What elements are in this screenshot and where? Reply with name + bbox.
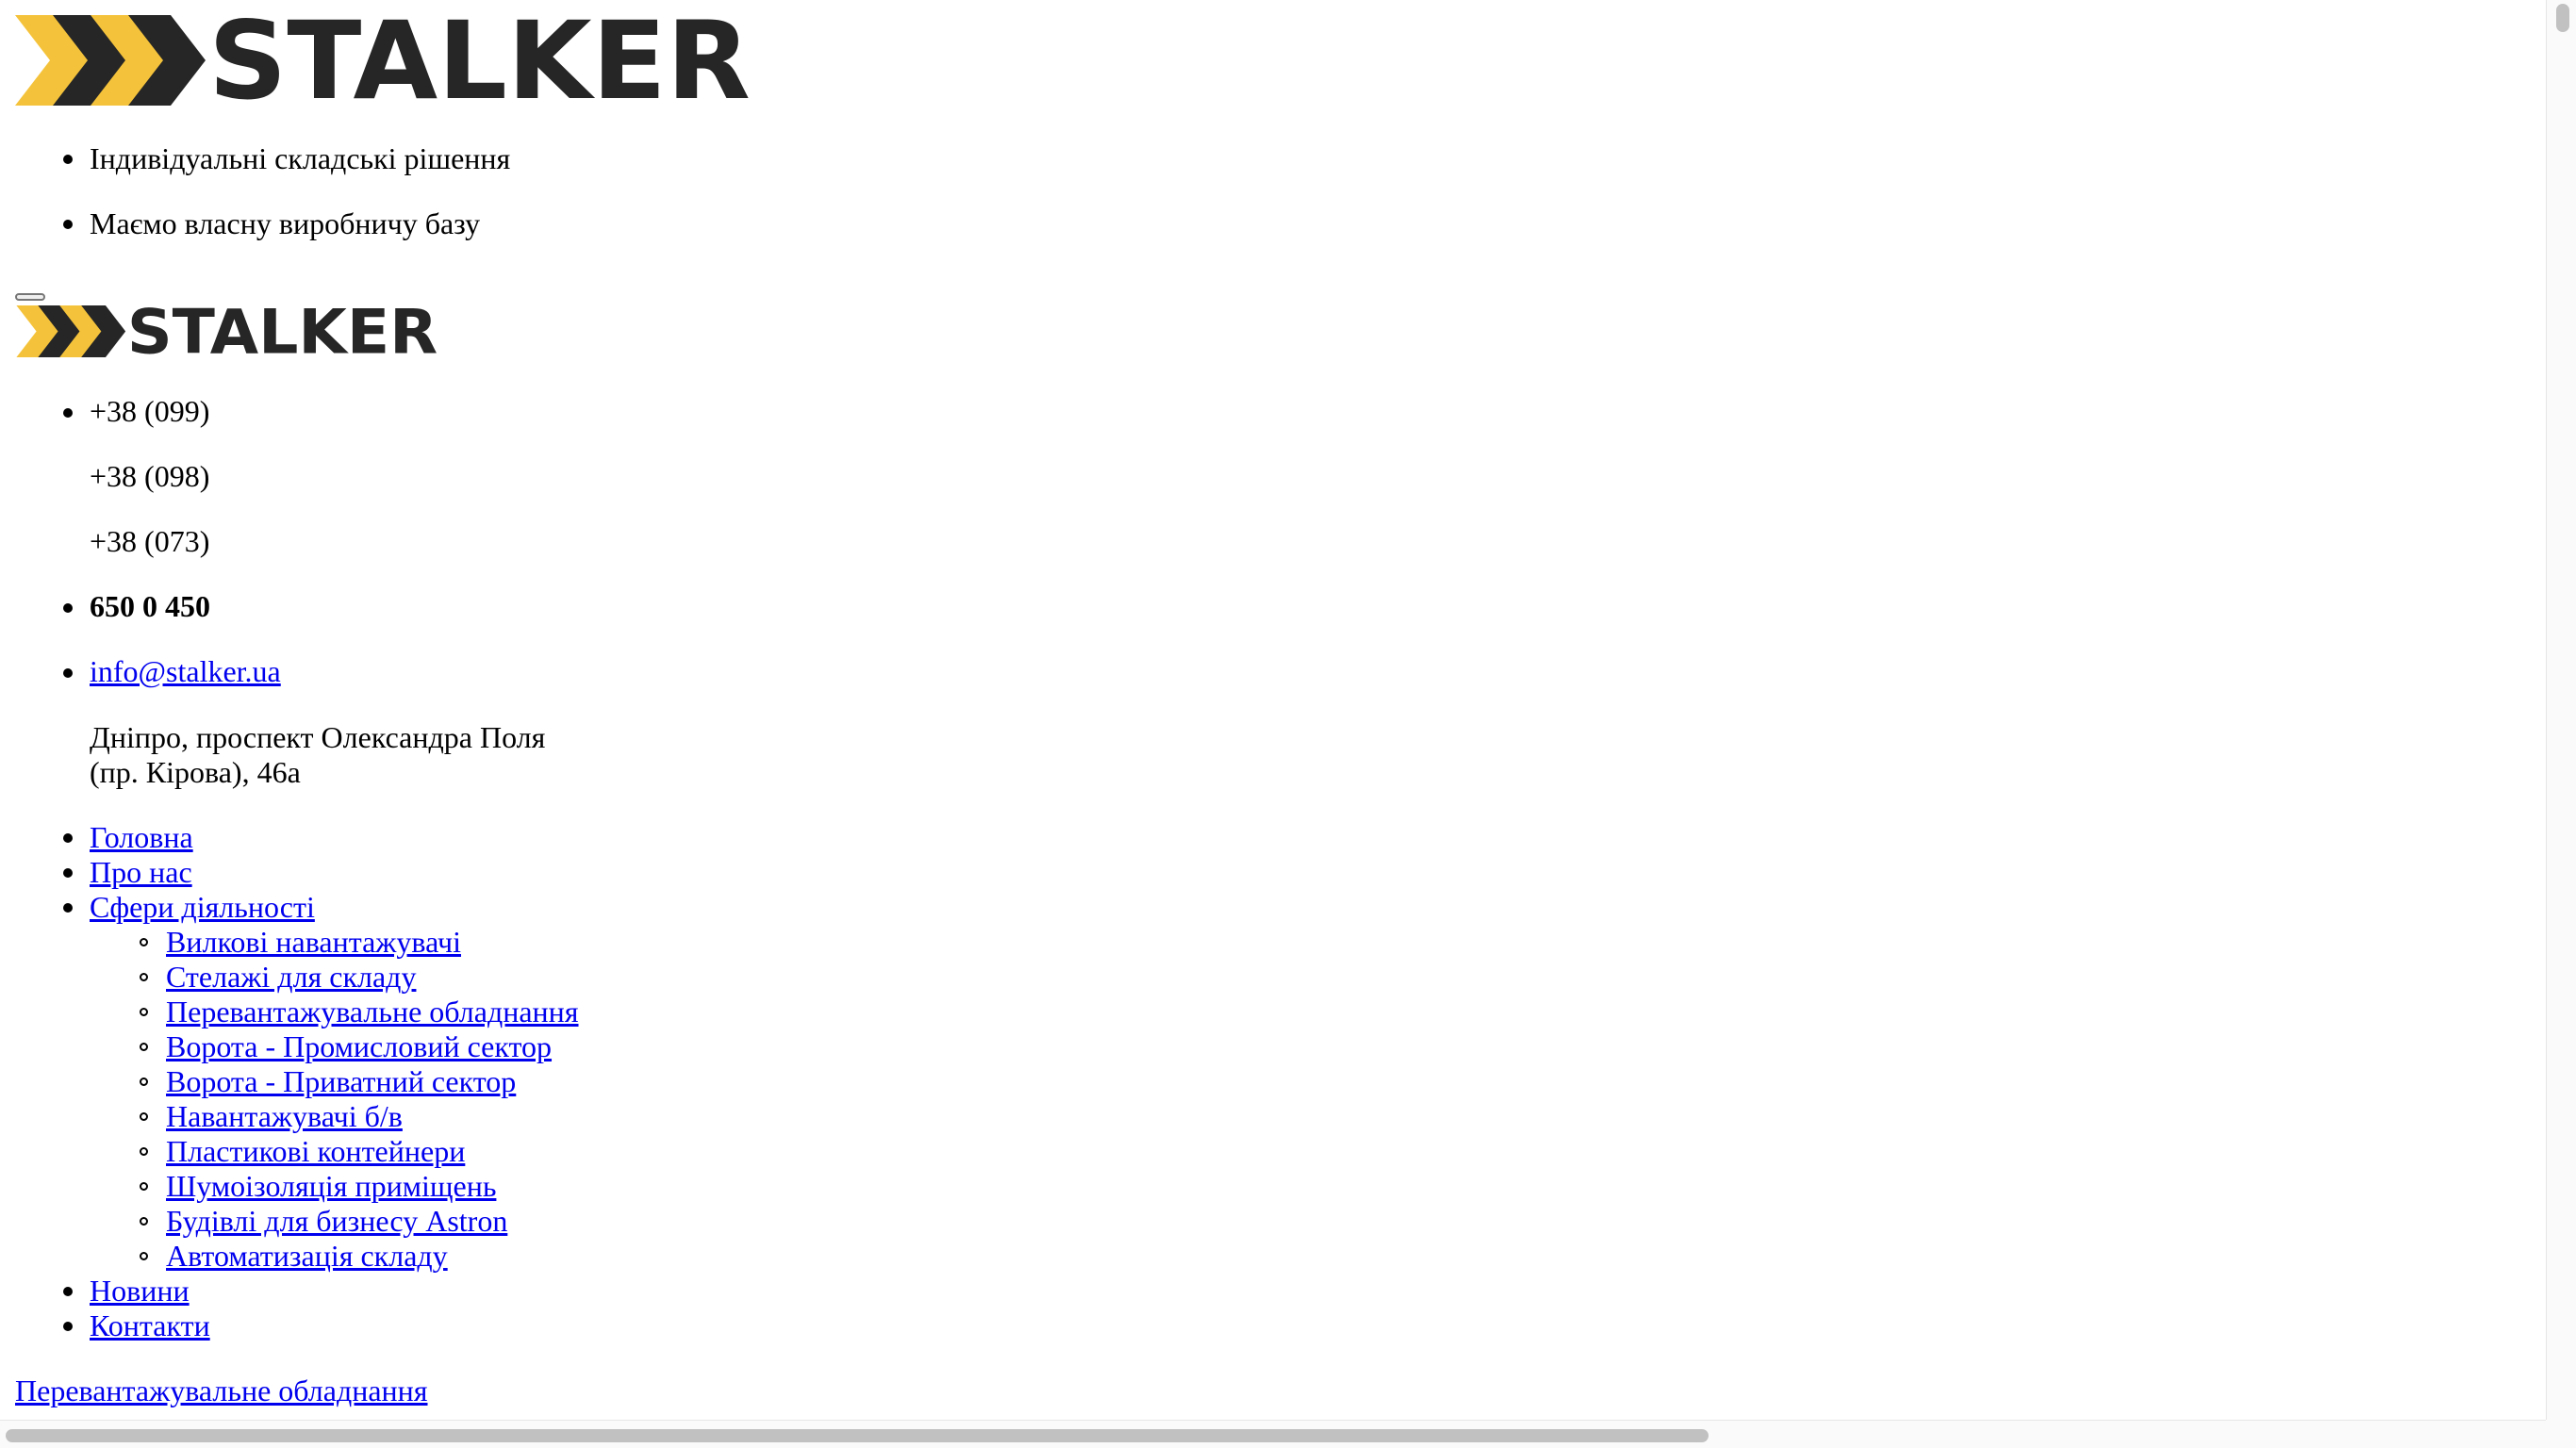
list-bullet bbox=[63, 155, 73, 164]
submenu-item-gates-industrial[interactable]: Ворота - Промисловий сектор bbox=[166, 1029, 552, 1064]
sublist-bullet bbox=[140, 938, 148, 946]
sublist-bullet bbox=[140, 1147, 148, 1156]
logo-wordmark: STALKER bbox=[208, 15, 751, 106]
list-bullet bbox=[63, 868, 73, 878]
phone-code-1: +38 (099) bbox=[90, 394, 210, 428]
sublist-bullet bbox=[140, 1043, 148, 1051]
address-line-2: (пр. Кірова), 46а bbox=[90, 755, 301, 789]
horizontal-scrollbar-thumb[interactable] bbox=[6, 1429, 1709, 1442]
sublist-bullet bbox=[140, 1252, 148, 1260]
list-bullet bbox=[63, 1287, 73, 1296]
submenu-item-racks[interactable]: Стелажі для складу bbox=[166, 960, 416, 995]
vertical-scrollbar[interactable] bbox=[2546, 0, 2576, 1420]
sublist-bullet bbox=[140, 1217, 148, 1226]
list-bullet bbox=[63, 220, 73, 229]
stalker-logo-small[interactable]: STALKER bbox=[15, 305, 441, 357]
chevron-icon bbox=[15, 15, 206, 106]
email-link[interactable]: info@stalker.ua bbox=[90, 654, 281, 689]
submenu-item-gates-private[interactable]: Ворота - Приватний сектор bbox=[166, 1064, 516, 1099]
stalker-logo-large[interactable]: STALKER bbox=[15, 15, 754, 106]
page-viewport: STALKER Індивідуальні складські рішення … bbox=[0, 0, 2546, 1420]
submenu-item-warehouse-automation[interactable]: Автоматизація складу bbox=[166, 1239, 448, 1274]
submenu-item-soundproofing[interactable]: Шумоізоляція приміщень bbox=[166, 1169, 496, 1204]
nav-item-home[interactable]: Головна bbox=[90, 820, 193, 855]
submenu-item-forklifts[interactable]: Вилкові навантажувачі bbox=[166, 925, 461, 960]
list-bullet bbox=[63, 408, 73, 418]
scrollbar-corner bbox=[2546, 1420, 2576, 1448]
menu-toggle-button[interactable] bbox=[15, 293, 45, 301]
sublist-bullet bbox=[140, 1008, 148, 1016]
chevron-icon bbox=[16, 305, 126, 357]
phone-number: 650 0 450 bbox=[90, 589, 210, 623]
submenu-item-astron-buildings[interactable]: Будівлі для бизнесу Astron bbox=[166, 1204, 507, 1239]
nav-item-activities[interactable]: Сфери діяльності bbox=[90, 890, 315, 925]
phone-code-3: +38 (073) bbox=[90, 524, 210, 558]
list-bullet bbox=[63, 903, 73, 913]
logo-wordmark: STALKER bbox=[127, 305, 438, 357]
breadcrumb-current-link[interactable]: Перевантажувальне обладнання bbox=[15, 1374, 428, 1408]
list-bullet bbox=[63, 668, 73, 678]
feature-item-2: Маємо власну виробничу базу bbox=[90, 206, 481, 240]
sublist-bullet bbox=[140, 1078, 148, 1086]
sublist-bullet bbox=[140, 1112, 148, 1121]
nav-item-news[interactable]: Новини bbox=[90, 1274, 190, 1308]
list-bullet bbox=[63, 1322, 73, 1331]
address-line-1: Дніпро, проспект Олександра Поля bbox=[90, 720, 546, 754]
feature-item-1: Індивідуальні складські рішення bbox=[90, 141, 511, 175]
vertical-scrollbar-thumb[interactable] bbox=[2556, 4, 2569, 32]
nav-item-about[interactable]: Про нас bbox=[90, 855, 192, 890]
list-bullet bbox=[63, 833, 73, 843]
list-bullet bbox=[63, 603, 73, 613]
sublist-bullet bbox=[140, 1182, 148, 1191]
nav-item-contacts[interactable]: Контакти bbox=[90, 1308, 210, 1343]
submenu-item-loading-equipment[interactable]: Перевантажувальне обладнання bbox=[166, 995, 579, 1029]
sublist-bullet bbox=[140, 973, 148, 981]
submenu-item-used-forklifts[interactable]: Навантажувачі б/в bbox=[166, 1099, 403, 1134]
phone-code-2: +38 (098) bbox=[90, 459, 210, 493]
submenu-item-plastic-containers[interactable]: Пластикові контейнери bbox=[166, 1134, 465, 1169]
horizontal-scrollbar[interactable] bbox=[0, 1420, 2546, 1448]
